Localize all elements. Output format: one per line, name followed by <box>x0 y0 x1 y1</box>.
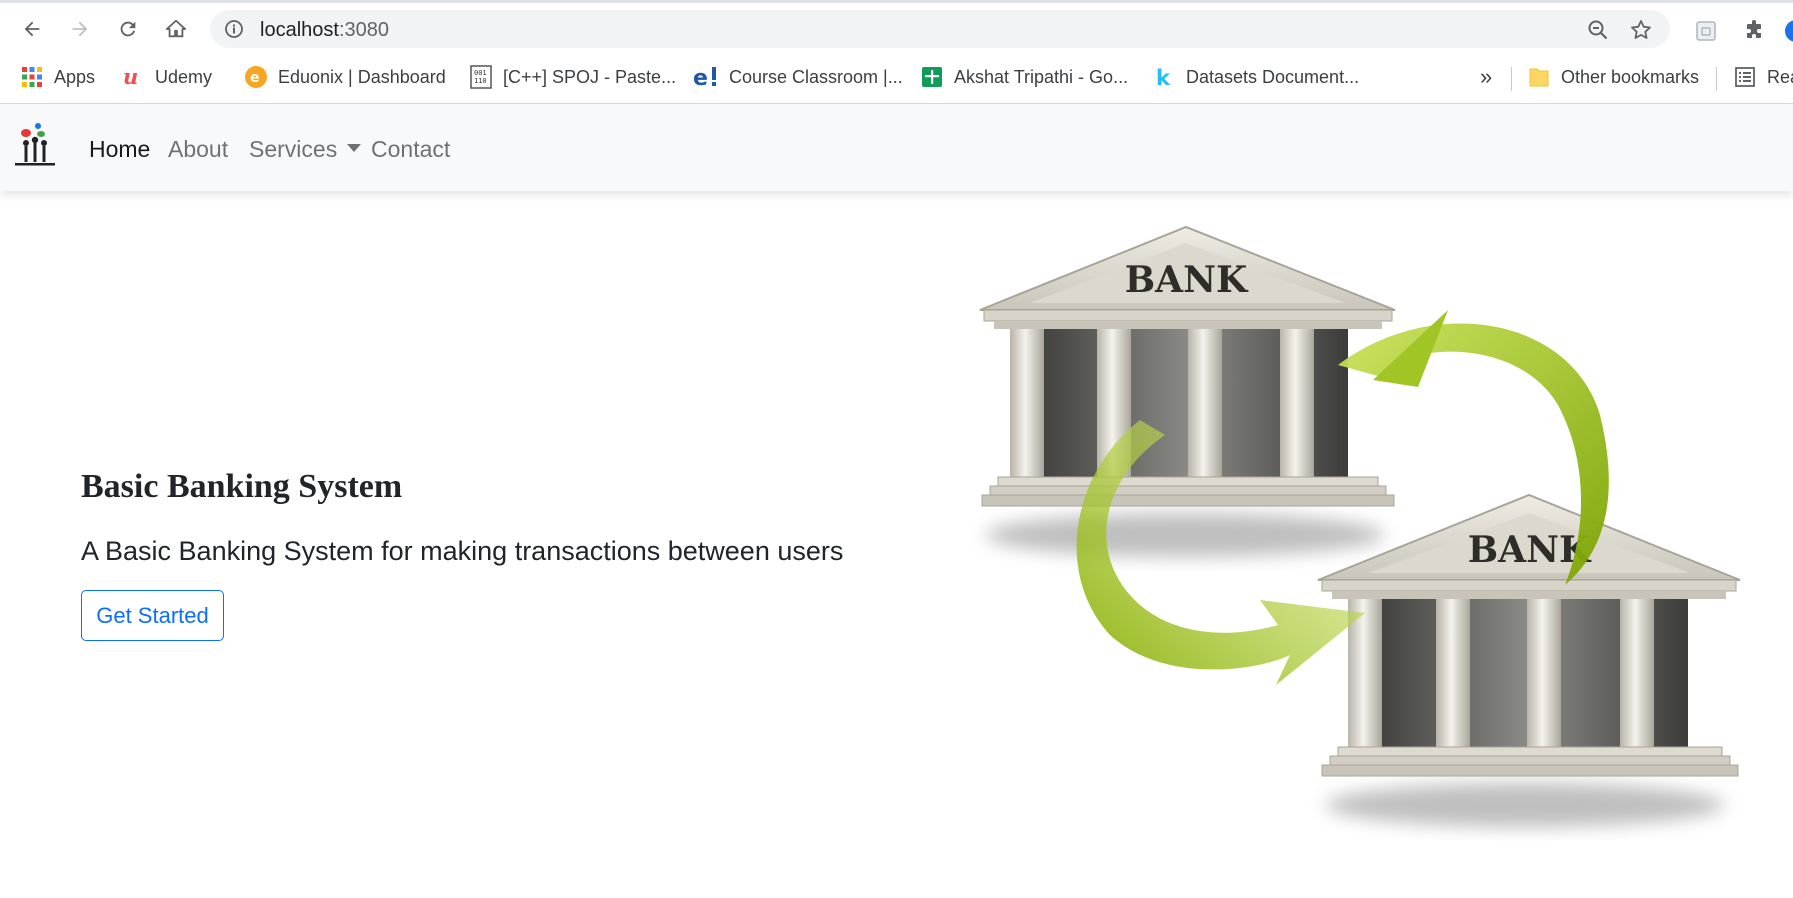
nav-services-dropdown[interactable]: Services <box>249 136 362 163</box>
chevron-down-icon <box>347 143 362 152</box>
bank-building-top: BANK <box>979 225 1396 557</box>
bookmark-label: Akshat Tripathi - Go... <box>954 66 1129 87</box>
back-icon[interactable] <box>17 14 47 44</box>
apps-grid-icon <box>20 65 44 89</box>
spoj-icon: 001 110 <box>469 65 493 89</box>
brand-logo-icon[interactable] <box>14 122 58 170</box>
bank-transfer-illustration: BANK BANK <box>960 215 1750 855</box>
hero-subtitle: A Basic Banking System for making transa… <box>81 536 844 566</box>
bookmark-star-icon[interactable] <box>1629 18 1653 42</box>
bookmark-udemy[interactable]: u Udemy <box>121 63 212 91</box>
bookmark-label: Udemy <box>155 66 213 87</box>
bank-building-bottom: BANK <box>1317 493 1741 827</box>
other-bookmarks-label: Other bookmarks <box>1561 66 1700 87</box>
reading-list-label: Rea <box>1767 66 1793 87</box>
svg-text:u: u <box>123 65 138 89</box>
eduonix-e-icon: e <box>693 65 719 90</box>
bookmark-eduonix[interactable]: e Eduonix | Dashboard <box>244 63 446 91</box>
site-info-icon[interactable] <box>224 19 244 39</box>
bank-label-top: BANK <box>1125 259 1249 301</box>
url-text[interactable]: localhost:3080 <box>260 19 389 42</box>
svg-text:e: e <box>250 70 260 86</box>
svg-text:001: 001 <box>474 69 487 77</box>
bookmark-separator <box>1716 67 1717 91</box>
svg-text:110: 110 <box>474 77 487 85</box>
browser-chrome: localhost:3080 Apps u Udemy e Eduonix | … <box>0 0 1793 104</box>
extension-icon[interactable] <box>1694 19 1718 43</box>
bookmark-akshat[interactable]: Akshat Tripathi - Go... <box>920 63 1128 91</box>
bookmarks-bar: Apps u Udemy e Eduonix | Dashboard 001 11… <box>0 57 1793 97</box>
svg-text:e: e <box>693 66 708 90</box>
forward-icon[interactable] <box>65 14 95 44</box>
bookmark-label: Apps <box>54 66 96 87</box>
udemy-icon: u <box>121 65 145 89</box>
bookmarks-overflow-button[interactable]: » <box>1480 63 1492 91</box>
eduonix-icon: e <box>244 65 268 89</box>
reload-icon[interactable] <box>113 14 143 44</box>
url-port: :3080 <box>338 19 389 41</box>
bookmark-datasets[interactable]: k Datasets Document... <box>1152 63 1359 91</box>
address-bar[interactable]: localhost:3080 <box>210 10 1670 48</box>
puzzle-extensions-icon[interactable] <box>1742 19 1766 43</box>
overflow-chevron-icon: » <box>1480 64 1493 89</box>
other-bookmarks-button[interactable]: Other bookmarks <box>1527 63 1699 91</box>
hero-title: Basic Banking System <box>81 468 403 505</box>
bookmark-spoj[interactable]: 001 110 [C++] SPOJ - Paste... <box>469 63 676 91</box>
svg-text:k: k <box>1156 66 1171 89</box>
nav-home[interactable]: Home <box>89 136 150 163</box>
tab-strip <box>0 0 1793 3</box>
nav-about[interactable]: About <box>168 136 228 163</box>
get-started-button[interactable]: Get Started <box>81 590 224 641</box>
bookmark-label: Datasets Document... <box>1186 66 1360 87</box>
nav-services-label: Services <box>249 136 338 162</box>
site-navbar: Home About Services Contact <box>0 104 1793 191</box>
bookmark-label: Eduonix | Dashboard <box>278 66 446 87</box>
nav-contact[interactable]: Contact <box>371 136 450 163</box>
kaggle-icon: k <box>1152 65 1176 89</box>
bookmark-label: Course Classroom |... <box>729 66 903 87</box>
bookmark-course-classroom[interactable]: e Course Classroom |... <box>693 63 903 91</box>
reading-list-button[interactable]: Rea <box>1733 63 1793 91</box>
home-icon[interactable] <box>161 14 191 44</box>
browser-toolbar: localhost:3080 <box>0 6 1793 52</box>
google-sheets-icon <box>920 65 944 89</box>
bookmark-apps[interactable]: Apps <box>20 63 95 91</box>
reading-list-icon <box>1733 65 1757 89</box>
folder-icon <box>1527 65 1551 89</box>
zoom-icon[interactable] <box>1586 18 1610 42</box>
bookmark-separator <box>1511 67 1512 91</box>
url-host: localhost <box>260 19 339 41</box>
bookmark-label: [C++] SPOJ - Paste... <box>503 66 677 87</box>
profile-avatar-icon[interactable] <box>1784 19 1793 43</box>
